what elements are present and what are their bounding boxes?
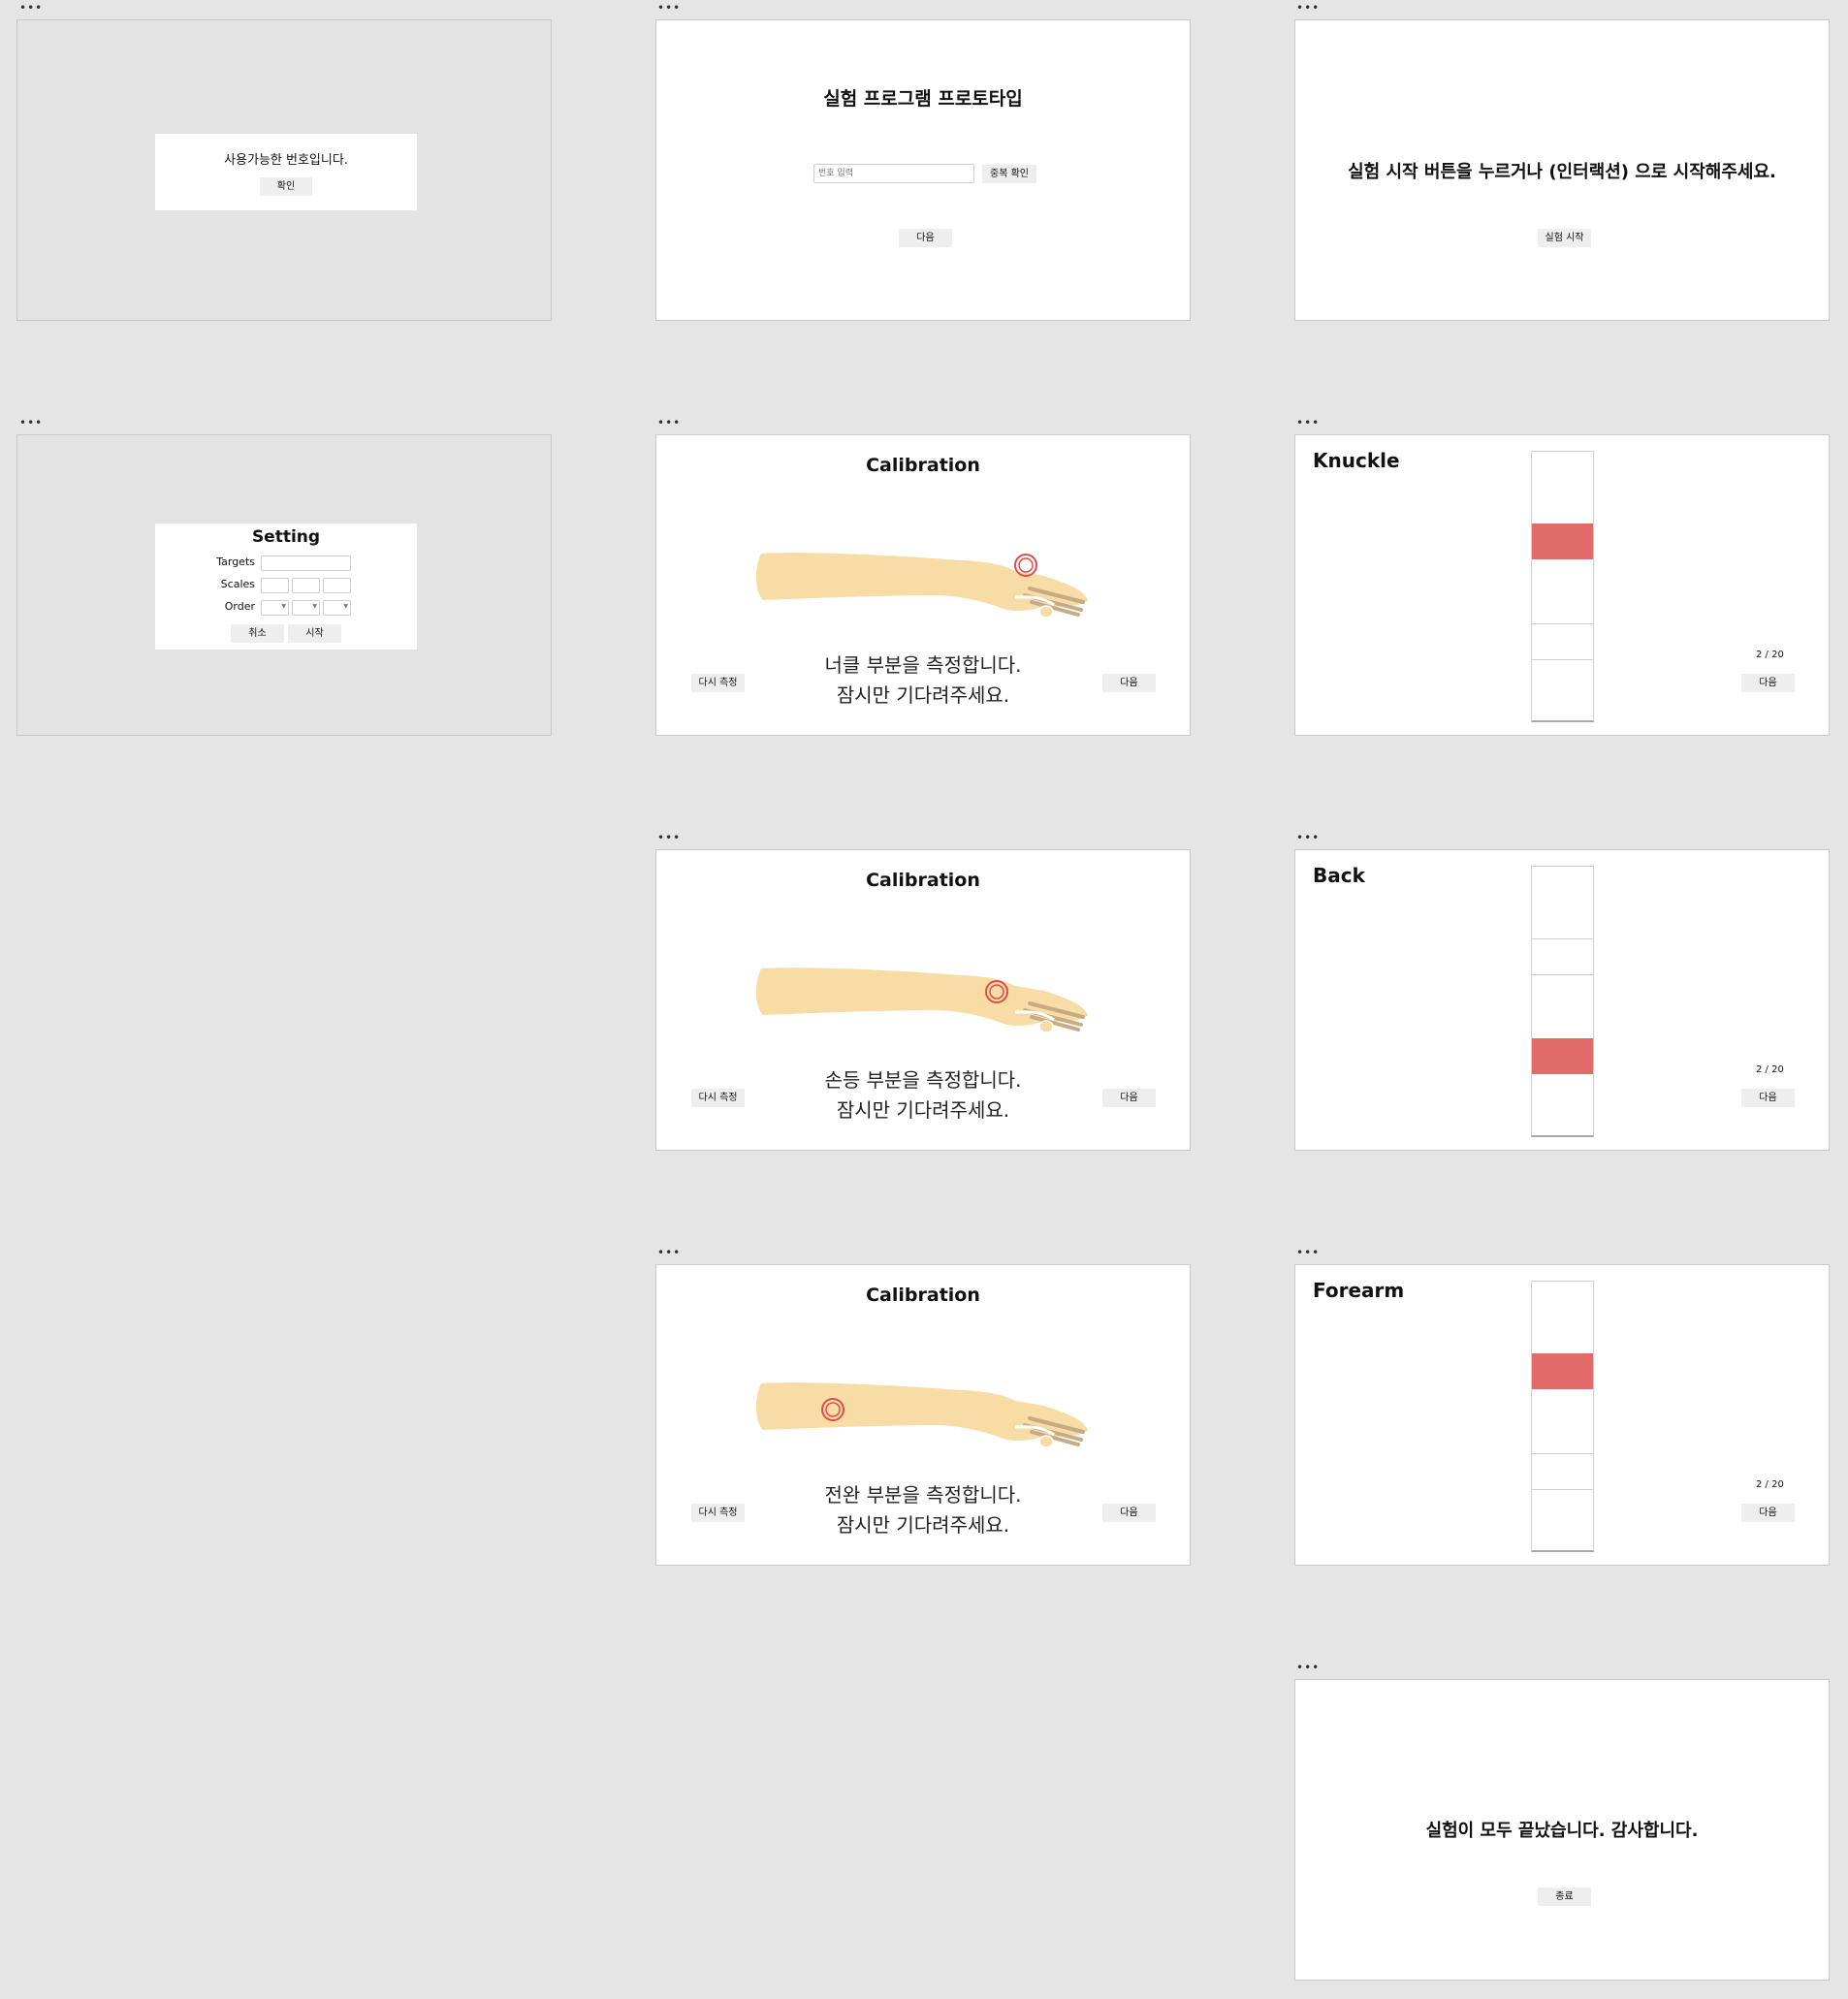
screen-trial-forearm: Forearm 2 / 20 다음 [1294, 1264, 1830, 1566]
cursor-line [1532, 659, 1593, 660]
retry-button[interactable]: 다시 측정 [691, 674, 745, 692]
screen-number-input: 실험 프로그램 프로토타입 중복 확인 다음 [655, 19, 1191, 321]
order-label: Order [224, 600, 255, 613]
targets-input[interactable] [261, 555, 351, 571]
measurement-target-icon [1014, 554, 1037, 577]
screen-end: 실험이 모두 끝났습니다. 감사합니다. 종료 [1294, 1679, 1830, 1981]
next-button[interactable]: 다음 [1741, 1504, 1795, 1522]
screen-calibration-knuckle: Calibration 너클 부분을 측정합니다. 잠시만 기다려주세요. 다시… [655, 434, 1191, 736]
targets-label: Targets [216, 555, 255, 568]
exit-button[interactable]: 종료 [1538, 1888, 1591, 1906]
trial-counter: 2 / 20 [1756, 1064, 1784, 1075]
order-select-3[interactable]: ▼ [323, 600, 351, 616]
screen-start-prompt: 실험 시작 버튼을 누르거나 (인터랙션) 으로 시작해주세요. 실험 시작 [1294, 19, 1830, 321]
scale-input-2[interactable] [292, 578, 320, 593]
chevron-down-icon: ▼ [343, 603, 348, 610]
target-band [1532, 524, 1593, 559]
scale-bar [1531, 866, 1594, 1137]
number-input[interactable] [813, 164, 974, 183]
cancel-button[interactable]: 취소 [231, 624, 284, 643]
calibration-title: Calibration [866, 1285, 980, 1306]
arm-illustration [755, 1382, 1088, 1448]
retry-button[interactable]: 다시 측정 [691, 1504, 745, 1522]
setting-title: Setting [251, 527, 321, 547]
condition-title: Back [1313, 864, 1365, 887]
frame-menu-dots[interactable]: ••• [657, 417, 681, 428]
target-band [1532, 1353, 1593, 1389]
arm-illustration [755, 968, 1088, 1033]
arm-illustration [755, 553, 1088, 619]
cursor-line [1532, 938, 1593, 939]
frame-menu-dots[interactable]: ••• [1296, 1247, 1320, 1258]
scales-label: Scales [220, 578, 255, 590]
cursor-line [1532, 974, 1593, 975]
scale-input-3[interactable] [323, 578, 351, 593]
end-message: 실험이 모두 끝났습니다. 감사합니다. [1425, 1821, 1699, 1841]
next-button[interactable]: 다음 [899, 229, 952, 247]
setting-dialog: Setting Targets Scales Order ▼ ▼ ▼ 취소 시작 [155, 524, 417, 650]
condition-title: Knuckle [1313, 449, 1400, 472]
frame-menu-dots[interactable]: ••• [1296, 1662, 1320, 1673]
frame-menu-dots[interactable]: ••• [19, 2, 43, 14]
scale-bar [1531, 1281, 1594, 1552]
screen-setting: Setting Targets Scales Order ▼ ▼ ▼ 취소 시작 [16, 434, 552, 736]
screen-trial-knuckle: Knuckle 2 / 20 다음 [1294, 434, 1830, 736]
cursor-line [1532, 623, 1593, 624]
chevron-down-icon: ▼ [281, 603, 286, 610]
scale-input-1[interactable] [261, 578, 289, 593]
screen-calibration-forearm: Calibration 전완 부분을 측정합니다. 잠시만 기다려주세요. 다시… [655, 1264, 1191, 1566]
cursor-line [1532, 1453, 1593, 1454]
calibration-title: Calibration [866, 455, 980, 476]
frame-menu-dots[interactable]: ••• [657, 1247, 681, 1258]
frame-menu-dots[interactable]: ••• [657, 2, 681, 14]
cursor-line [1532, 1489, 1593, 1490]
target-band [1532, 1038, 1593, 1074]
next-button[interactable]: 다음 [1741, 1089, 1795, 1107]
trial-counter: 2 / 20 [1756, 1479, 1784, 1490]
confirm-button[interactable]: 확인 [260, 177, 312, 196]
scale-bar [1531, 451, 1594, 722]
frame-menu-dots[interactable]: ••• [1296, 417, 1320, 428]
frame-menu-dots[interactable]: ••• [1296, 2, 1320, 14]
start-button[interactable]: 시작 [288, 624, 341, 643]
calibration-title: Calibration [866, 870, 980, 891]
start-experiment-button[interactable]: 실험 시작 [1538, 229, 1591, 247]
dialog-message: 사용가능한 번호입니다. [224, 153, 348, 168]
order-select-2[interactable]: ▼ [292, 600, 320, 616]
screen-trial-back: Back 2 / 20 다음 [1294, 849, 1830, 1151]
confirm-dialog: 사용가능한 번호입니다. 확인 [155, 134, 417, 210]
frame-menu-dots[interactable]: ••• [1296, 832, 1320, 843]
next-button[interactable]: 다음 [1102, 674, 1156, 692]
order-select-1[interactable]: ▼ [261, 600, 289, 616]
instruction-text: 실험 시작 버튼을 누르거나 (인터랙션) 으로 시작해주세요. [1348, 162, 1776, 182]
trial-counter: 2 / 20 [1756, 650, 1784, 660]
retry-button[interactable]: 다시 측정 [691, 1089, 745, 1107]
screen-calibration-back: Calibration 손등 부분을 측정합니다. 잠시만 기다려주세요. 다시… [655, 849, 1191, 1151]
check-duplicate-button[interactable]: 중복 확인 [982, 165, 1036, 183]
screen-available-number: 사용가능한 번호입니다. 확인 [16, 19, 552, 321]
next-button[interactable]: 다음 [1741, 674, 1795, 692]
next-button[interactable]: 다음 [1102, 1089, 1156, 1107]
page-title: 실험 프로그램 프로토타입 [823, 88, 1023, 110]
frame-menu-dots[interactable]: ••• [657, 832, 681, 843]
condition-title: Forearm [1313, 1279, 1405, 1302]
chevron-down-icon: ▼ [312, 603, 317, 610]
next-button[interactable]: 다음 [1102, 1504, 1156, 1522]
frame-menu-dots[interactable]: ••• [19, 417, 43, 428]
